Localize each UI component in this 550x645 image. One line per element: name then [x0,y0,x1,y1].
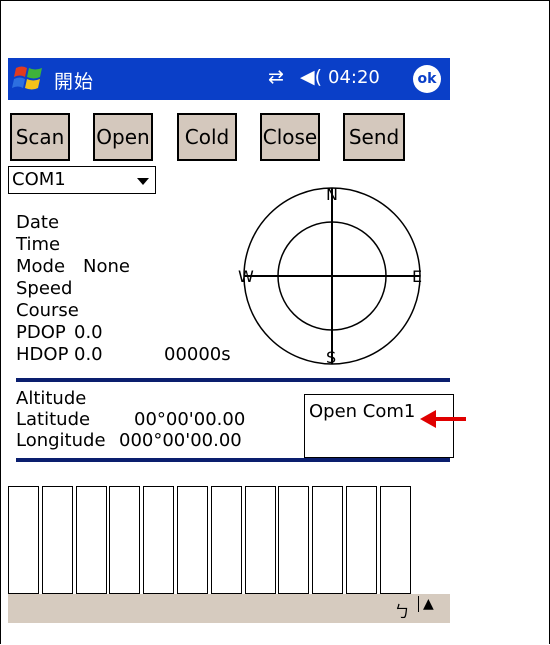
pocket-pc-screen: 開始 ⇄ ◀( 04:20 ok Scan Open Cold Close Se… [8,58,466,623]
open-button[interactable]: Open [93,113,153,161]
latitude-label: Latitude [16,409,91,430]
pdop-row: PDOP 0.0 [16,322,103,344]
mode-label: Mode [16,256,66,277]
signal-bar [143,486,175,594]
com-port-select[interactable]: COM1 [8,166,156,194]
signal-bar [278,486,310,594]
hdop-row: HDOP 0.0 00000s [16,344,231,366]
com-port-value: COM1 [12,169,66,190]
input-panel-icon[interactable]: ㄅ [394,598,410,622]
signal-bar [41,486,73,594]
time-label: Time [16,234,61,255]
send-button[interactable]: Send [343,113,405,161]
clock[interactable]: 04:20 [328,67,380,88]
speaker-icon[interactable]: ◀( [300,66,322,88]
signal-bar [177,486,208,594]
course-label: Course [16,300,79,321]
elapsed-seconds: 00000s [164,344,231,365]
close-button[interactable]: Close [260,113,320,161]
red-arrow-annotation [420,410,466,428]
latitude-row: Latitude 00°00'00.00 [16,409,245,431]
date-label: Date [16,212,60,233]
signal-bar [244,486,276,594]
input-arrow-up-icon[interactable]: ▲ [418,596,434,612]
signal-bar [75,486,107,594]
pdop-label: PDOP [16,322,66,343]
windows-start-icon[interactable] [12,64,46,94]
signal-bar [210,486,242,594]
compass-w: W [238,267,254,286]
compass-n: N [326,186,338,204]
ok-button[interactable]: ok [413,65,441,93]
start-menu-label[interactable]: 開始 [54,67,94,94]
scan-button[interactable]: Scan [10,113,70,161]
pdop-value: 0.0 [74,322,103,343]
compass-rose: N S E W [238,186,422,366]
chevron-down-icon[interactable] [137,178,149,185]
signal-bar [8,486,39,594]
compass-e: E [412,267,422,286]
longitude-label: Longitude [16,430,106,451]
divider-bottom [16,458,450,462]
longitude-row: Longitude 000°00'00.00 [16,430,242,452]
bottom-command-bar: ㄅ ▲ [8,594,450,623]
altitude-label: Altitude [16,388,87,409]
title-bar: 開始 ⇄ ◀( 04:20 ok [8,58,450,100]
signal-bar [379,486,411,594]
status-message: Open Com1 [309,401,416,422]
connectivity-icon[interactable]: ⇄ [268,66,284,88]
signal-bar [109,486,141,594]
mode-row: Mode None [16,256,130,278]
compass-s: S [326,348,336,366]
speed-label: Speed [16,278,73,299]
signal-bar [346,486,377,594]
latitude-value: 00°00'00.00 [134,409,246,430]
cold-button[interactable]: Cold [177,113,237,161]
hdop-label: HDOP [16,344,69,365]
longitude-value: 000°00'00.00 [119,430,242,451]
mode-value: None [83,256,130,277]
hdop-value: 0.0 [74,344,103,365]
signal-bar [312,486,344,594]
divider-top [16,378,450,382]
